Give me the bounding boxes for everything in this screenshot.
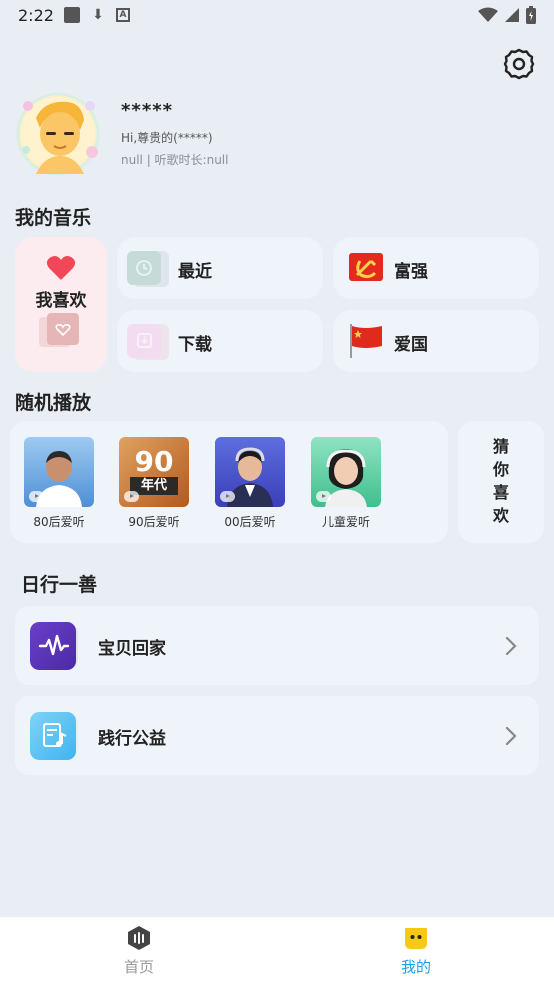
mine-face-icon — [405, 928, 427, 949]
bottom-nav: 首页 我的 — [0, 917, 554, 984]
favorite-label: 我喜欢 — [35, 291, 87, 311]
random-item-kids[interactable]: 儿童爱听 — [311, 437, 383, 530]
favorite-cover-icon — [39, 313, 79, 347]
greeting-text: Hi,尊贵的(*****) — [121, 131, 213, 145]
guess-you-like-card[interactable]: 猜你喜欢 — [458, 421, 544, 543]
avatar[interactable] — [14, 90, 102, 178]
status-bar: 2:22 ⬇ A — [0, 0, 554, 32]
guess-you-like-label: 猜你喜欢 — [492, 437, 509, 525]
charity-row[interactable]: 践行公益 — [15, 696, 539, 775]
random-item-80s[interactable]: 80后爱听 — [24, 437, 96, 530]
patriotism-tile[interactable]: 爱国 — [333, 310, 539, 372]
download-label: 下载 — [178, 335, 212, 355]
listen-time-text: null | 听歌时长:null — [121, 153, 229, 167]
patriotism-label: 爱国 — [394, 335, 428, 355]
recent-tile[interactable]: 最近 — [117, 237, 323, 299]
random-item-label: 00后爱听 — [224, 515, 276, 529]
nav-home[interactable]: 首页 — [99, 925, 179, 977]
chevron-right-icon — [505, 726, 517, 746]
random-item-label: 90后爱听 — [128, 515, 180, 529]
party-emblem-icon — [349, 253, 383, 281]
wifi-icon — [478, 7, 498, 22]
prosperity-label: 富强 — [394, 262, 428, 282]
baby-home-label: 宝贝回家 — [98, 639, 166, 659]
random-item-label: 80后爱听 — [33, 515, 85, 529]
download-icon — [127, 324, 169, 360]
username: ***** — [121, 100, 174, 121]
random-play-title: 随机播放 — [15, 392, 92, 414]
cover-80s — [24, 437, 94, 507]
random-item-00s[interactable]: 00后爱听 — [215, 437, 287, 530]
settings-gear-icon[interactable] — [502, 47, 536, 81]
daily-good-title: 日行一善 — [21, 574, 98, 596]
notification-icon — [64, 7, 80, 23]
random-play-panel: 80后爱听 90 年代 90后爱听 00后爱听 儿童爱听 — [10, 421, 448, 543]
play-icon — [29, 491, 44, 502]
cover-kids — [311, 437, 381, 507]
prosperity-tile[interactable]: 富强 — [333, 237, 539, 299]
play-icon — [124, 491, 139, 502]
random-item-90s[interactable]: 90 年代 90后爱听 — [119, 437, 191, 530]
cover-00s — [215, 437, 285, 507]
battery-icon — [526, 6, 536, 24]
heart-icon — [46, 256, 76, 280]
download-tile[interactable]: 下载 — [117, 310, 323, 372]
my-music-title: 我的音乐 — [15, 207, 92, 229]
random-item-label: 儿童爱听 — [321, 515, 370, 529]
nav-home-label: 首页 — [123, 958, 154, 976]
play-icon — [316, 491, 331, 502]
baby-home-row[interactable]: 宝贝回家 — [15, 606, 539, 685]
status-time: 2:22 — [18, 6, 54, 25]
nav-mine-label: 我的 — [400, 958, 431, 976]
clock-icon — [127, 251, 169, 287]
chevron-right-icon — [505, 636, 517, 656]
cover-90s: 90 年代 — [119, 437, 189, 507]
waveform-icon — [30, 622, 78, 670]
download-status-icon: ⬇ — [92, 7, 104, 23]
recent-label: 最近 — [178, 262, 212, 282]
favorite-card[interactable]: 我喜欢 — [15, 237, 107, 372]
nav-mine[interactable]: 我的 — [376, 925, 456, 977]
charity-label: 践行公益 — [98, 729, 166, 749]
home-hexagon-icon — [128, 926, 150, 950]
keyboard-status-icon: A — [116, 8, 130, 22]
signal-icon — [505, 8, 519, 22]
play-icon — [220, 491, 235, 502]
flag-icon — [350, 324, 382, 358]
music-document-icon — [30, 712, 78, 760]
